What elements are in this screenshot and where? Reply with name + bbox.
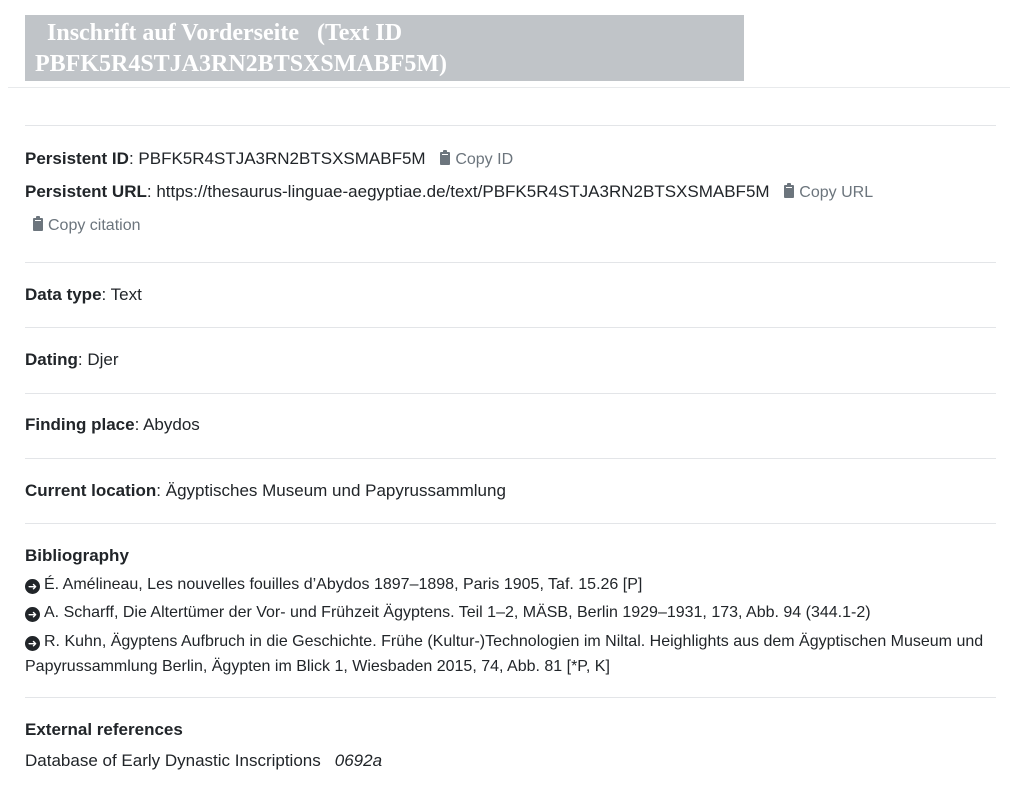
section-divider: [25, 458, 996, 459]
dating-row: Dating: Djer: [25, 350, 119, 369]
external-reference-value: 0692a: [334, 751, 383, 770]
current-location-value: Ägyptisches Museum und Papyrussammlung: [165, 481, 506, 500]
persistent-id-label: Persistent ID: [25, 149, 129, 168]
external-reference-source: Database of Early Dynastic Inscriptions: [25, 751, 321, 770]
bibliography-item: ➜ R. Kuhn, Ägyptens Aufbruch in die Gesch…: [25, 629, 985, 679]
persistent-url-label: Persistent URL: [25, 182, 147, 201]
clipboard-icon: [784, 183, 795, 198]
arrow-circle-right-icon: ➜: [25, 607, 40, 622]
copy-id-button[interactable]: Copy ID: [440, 148, 513, 172]
data-type-label: Data type: [25, 285, 102, 304]
dating-label: Dating: [25, 350, 78, 369]
data-type-value: Text: [110, 285, 142, 304]
arrow-circle-right-icon: ➜: [25, 636, 40, 651]
section-divider: [25, 697, 996, 698]
section-divider: [25, 327, 996, 328]
bibliography-item: ➜ A. Scharff, Die Altertümer der Vor- und…: [25, 600, 985, 625]
external-references-heading: External references: [25, 720, 183, 739]
current-location-row: Current location: Ägyptisches Museum und…: [25, 481, 506, 500]
external-reference-item: Database of Early Dynastic Inscriptions 0…: [25, 749, 382, 773]
dating-value: Djer: [87, 350, 119, 369]
persistent-id-value: PBFK5R4STJA3RN2BTSXSMABF5M: [138, 149, 426, 168]
bibliography-item: ➜ É. Amélineau, Les nouvelles fouilles d’…: [25, 572, 985, 597]
persistent-url-value: https://thesaurus-linguae-aegyptiae.de/t…: [156, 182, 770, 201]
copy-url-button[interactable]: Copy URL: [784, 181, 873, 205]
section-divider: [25, 393, 996, 394]
persistent-url-row: Persistent URL: https://thesaurus-lingua…: [25, 180, 873, 205]
page-title: Inschrift auf Vorderseite (Text ID PBFK5R…: [25, 15, 744, 81]
header-divider: [8, 87, 1010, 88]
copy-id-label: Copy ID: [455, 151, 514, 168]
finding-place-value: Abydos: [143, 415, 200, 434]
bibliography-item-text: É. Amélineau, Les nouvelles fouilles d’A…: [44, 576, 643, 593]
copy-citation-row: Copy citation: [23, 213, 141, 238]
persistent-id-row: Persistent ID: PBFK5R4STJA3RN2BTSXSMABF5…: [25, 147, 513, 172]
section-divider: [25, 523, 996, 524]
copy-citation-label: Copy citation: [48, 217, 141, 234]
title-text: Inschrift auf Vorderseite: [47, 20, 299, 46]
section-divider: [25, 125, 996, 126]
title-text-id-prefix: (Text ID: [316, 20, 403, 46]
title-text-id: PBFK5R4STJA3RN2BTSXSMABF5M): [35, 51, 448, 77]
clipboard-icon: [33, 216, 43, 231]
arrow-circle-right-icon: ➜: [25, 579, 40, 594]
data-type-row: Data type: Text: [25, 285, 142, 304]
bibliography-item-text: R. Kuhn, Ägyptens Aufbruch in die Geschi…: [25, 633, 984, 675]
finding-place-label: Finding place: [25, 415, 135, 434]
copy-url-label: Copy URL: [799, 184, 874, 201]
finding-place-row: Finding place: Abydos: [25, 415, 200, 434]
section-divider: [25, 262, 996, 263]
bibliography-item-text: A. Scharff, Die Altertümer der Vor- und …: [44, 604, 871, 621]
copy-citation-button[interactable]: Copy citation: [33, 214, 141, 238]
current-location-label: Current location: [25, 481, 157, 500]
clipboard-icon: [440, 150, 451, 165]
bibliography-heading: Bibliography: [25, 546, 129, 565]
